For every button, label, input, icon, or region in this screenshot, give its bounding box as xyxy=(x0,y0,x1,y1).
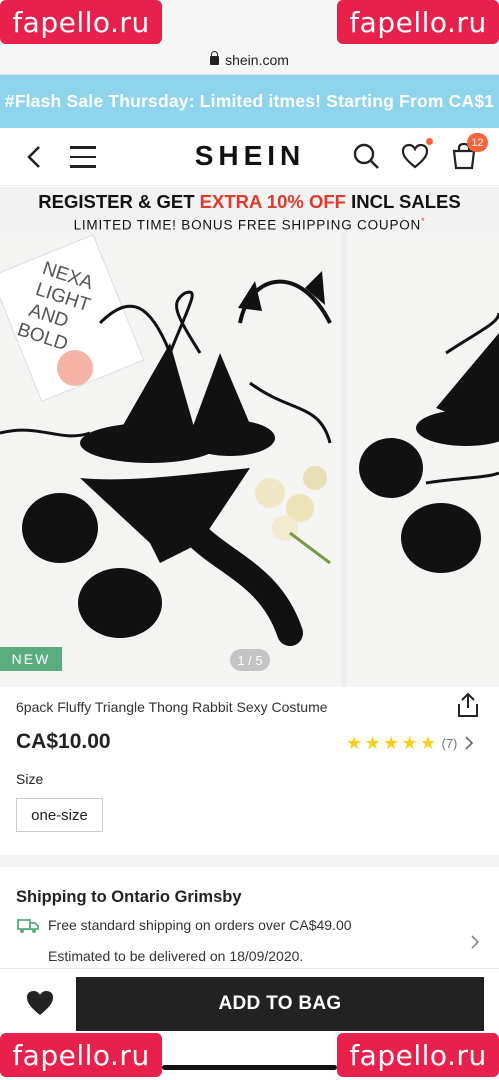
register-promo-banner[interactable]: REGISTER & GET EXTRA 10% OFF INCL SALES … xyxy=(0,187,499,233)
product-title: 6pack Fluffy Triangle Thong Rabbit Sexy … xyxy=(16,699,328,715)
back-arrow-icon[interactable] xyxy=(22,144,48,170)
flash-sale-text: #Flash Sale Thursday: Limited itmes! Sta… xyxy=(4,91,495,111)
cart-count-badge: 12 xyxy=(467,133,488,152)
share-icon[interactable] xyxy=(456,692,480,718)
promo-subline: LIMITED TIME! BONUS FREE SHIPPING COUPON… xyxy=(73,216,426,233)
flash-sale-banner[interactable]: #Flash Sale Thursday: Limited itmes! Sta… xyxy=(0,75,499,128)
address-bar[interactable]: shein.com xyxy=(0,45,499,75)
section-divider xyxy=(0,855,499,867)
star-icon: ★ xyxy=(364,733,381,753)
truck-icon xyxy=(17,917,39,934)
hamburger-menu-icon[interactable] xyxy=(70,146,96,168)
product-image-2[interactable] xyxy=(346,233,499,687)
product-image-1[interactable]: NEXA LIGHT AND BOLD xyxy=(0,233,342,687)
shipping-title: Shipping to Ontario Grimsby xyxy=(16,888,242,906)
url-text: shein.com xyxy=(225,51,289,68)
watermark-logo: fapello.ru xyxy=(337,0,499,44)
shein-logo[interactable]: SHEIN xyxy=(170,140,330,172)
wishlist-heart-icon[interactable] xyxy=(401,143,429,169)
promo-headline: REGISTER & GET EXTRA 10% OFF INCL SALES xyxy=(38,191,461,212)
add-to-bag-button[interactable]: ADD TO BAG xyxy=(76,977,484,1031)
product-image-gallery[interactable]: NEXA LIGHT AND BOLD xyxy=(0,233,499,687)
watermark-logo: fapello.ru xyxy=(0,1033,162,1077)
header-nav: SHEIN 12 xyxy=(0,128,499,186)
star-icon: ★ xyxy=(401,733,418,753)
star-icon: ★ xyxy=(420,733,437,753)
review-count: (7) xyxy=(441,735,458,751)
star-icon: ★ xyxy=(346,733,363,753)
free-shipping-text: Free standard shipping on orders over CA… xyxy=(48,917,352,933)
star-icon: ★ xyxy=(383,733,400,753)
delivery-estimate-text: Estimated to be delivered on 18/09/2020. xyxy=(48,948,304,964)
product-price: CA$10.00 xyxy=(16,730,111,753)
search-icon[interactable] xyxy=(352,142,380,170)
watermark-logo: fapello.ru xyxy=(337,1033,499,1077)
lock-icon xyxy=(210,51,220,65)
size-option-one-size[interactable]: one-size xyxy=(16,798,103,832)
image-pager: 1 / 5 xyxy=(230,649,270,671)
new-tag: NEW xyxy=(0,647,62,671)
chevron-right-icon xyxy=(465,736,474,750)
notification-dot xyxy=(426,138,433,145)
home-indicator xyxy=(162,1065,337,1070)
size-label: Size xyxy=(16,771,44,787)
chevron-right-icon[interactable] xyxy=(470,935,480,949)
product-rating[interactable]: ★ ★ ★ ★ ★ (7) xyxy=(346,733,475,753)
wishlist-heart-icon[interactable] xyxy=(25,989,55,1017)
watermark-logo: fapello.ru xyxy=(0,0,162,44)
